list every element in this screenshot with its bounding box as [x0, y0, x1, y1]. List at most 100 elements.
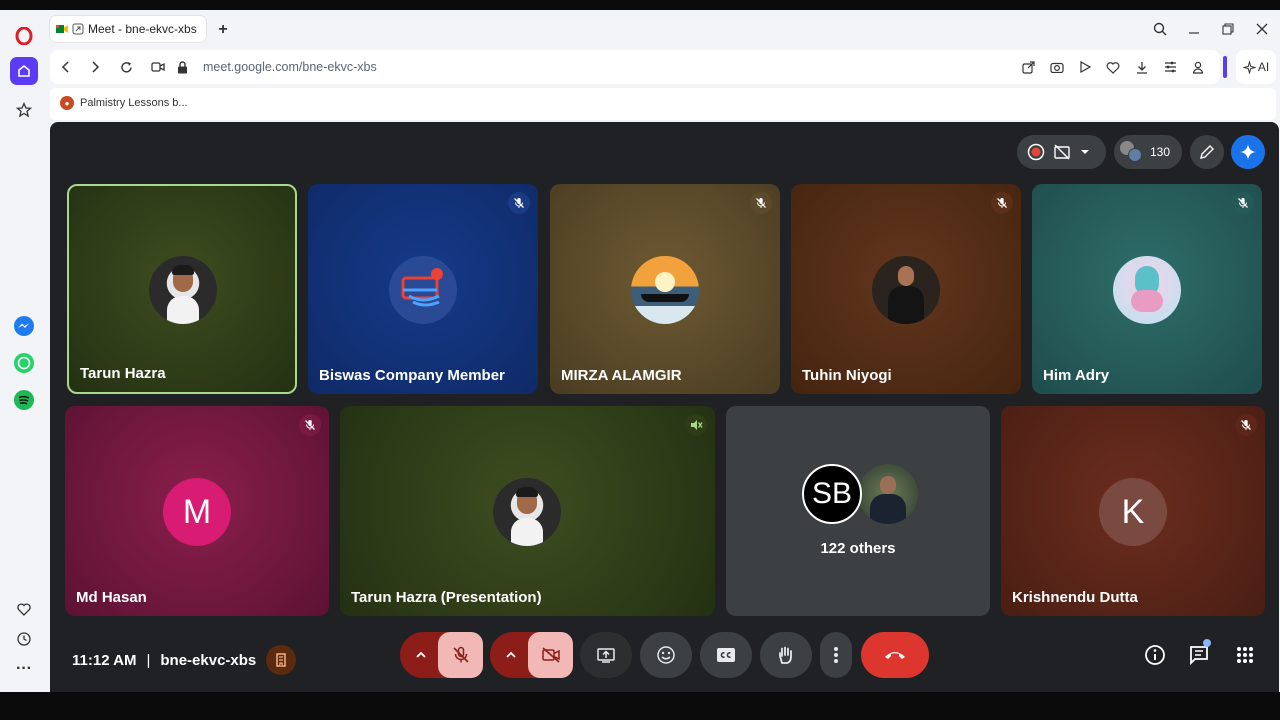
search-tabs-icon[interactable]	[1148, 18, 1172, 40]
avatar	[493, 478, 561, 546]
star-icon[interactable]	[10, 96, 38, 124]
back-icon[interactable]	[58, 59, 74, 75]
clock-time: 11:12 AM	[72, 651, 137, 669]
mic-off-icon	[299, 414, 321, 436]
mic-off-icon	[508, 192, 530, 214]
camera-off-icon	[541, 647, 560, 663]
meet-favicon-icon	[56, 25, 68, 33]
spotify-icon[interactable]	[10, 386, 38, 414]
ai-label: AI	[1257, 60, 1270, 74]
participant-tile[interactable]: M Md Hasan	[65, 406, 329, 616]
leave-call-button[interactable]	[861, 632, 929, 678]
meeting-details-button[interactable]	[1139, 639, 1171, 671]
heart-icon[interactable]	[10, 595, 38, 623]
mic-off-icon	[750, 192, 772, 214]
participant-tile[interactable]: Him Adry	[1032, 184, 1262, 394]
more-icon[interactable]: ···	[10, 655, 38, 683]
avatar	[631, 256, 699, 324]
meet-call-area: 130 Tarun Hazra Biswas Company Member MI…	[50, 122, 1279, 692]
chat-button[interactable]	[1183, 639, 1215, 671]
participant-name: Him Adry	[1043, 367, 1110, 384]
opera-logo-icon[interactable]	[10, 22, 38, 50]
reactions-button[interactable]	[640, 632, 692, 678]
bookmark-item[interactable]: ● Palmistry Lessons b...	[60, 96, 188, 110]
host-tools-button[interactable]	[1190, 135, 1224, 169]
meeting-info: 11:12 AM | bne-ekvc-xbs	[72, 645, 297, 675]
mic-off-icon	[1235, 414, 1257, 436]
favorite-heart-icon[interactable]	[1105, 59, 1121, 75]
snapshot-icon[interactable]	[1049, 59, 1065, 75]
participant-tile[interactable]: MIRZA ALAMGIR	[550, 184, 780, 394]
avatar	[872, 256, 940, 324]
participant-tile[interactable]: K Krishnendu Dutta	[1001, 406, 1265, 616]
url-text[interactable]: meet.google.com/bne-ekvc-xbs	[203, 60, 377, 74]
more-vert-icon	[834, 647, 838, 663]
activities-button[interactable]	[1229, 639, 1261, 671]
address-bar[interactable]: meet.google.com/bne-ekvc-xbs	[50, 50, 1220, 84]
restore-button[interactable]	[1216, 18, 1240, 40]
visual-effects-off-icon[interactable]	[1053, 143, 1071, 161]
presentation-tile[interactable]: Tarun Hazra (Presentation)	[340, 406, 715, 616]
others-tile[interactable]: SB 122 others	[726, 406, 990, 616]
avatar	[389, 256, 457, 324]
more-options-button[interactable]	[820, 632, 852, 678]
active-tab[interactable]: Meet - bne-ekvc-xbs	[50, 16, 206, 42]
url-host: meet.google.com	[203, 60, 299, 74]
mic-toggle-button[interactable]	[438, 632, 483, 678]
participant-tile[interactable]: Biswas Company Member	[308, 184, 538, 394]
raise-hand-button[interactable]	[760, 632, 812, 678]
participant-name: Krishnendu Dutta	[1012, 589, 1138, 606]
messenger-icon[interactable]	[10, 312, 38, 340]
whatsapp-icon[interactable]	[10, 349, 38, 377]
minimize-button[interactable]	[1182, 18, 1206, 40]
captions-button[interactable]	[700, 632, 752, 678]
aria-ai-button[interactable]: AI	[1236, 50, 1276, 84]
new-tab-button[interactable]: +	[214, 21, 232, 39]
camera-access-icon[interactable]	[150, 59, 166, 75]
mic-off-icon	[452, 646, 469, 663]
unread-dot	[1203, 639, 1211, 647]
bookmark-favicon-icon: ●	[60, 96, 74, 110]
download-icon[interactable]	[1134, 59, 1150, 75]
camera-toggle-button[interactable]	[528, 632, 573, 678]
os-top-strip	[0, 0, 1280, 10]
emoji-icon	[657, 646, 675, 664]
participant-tile[interactable]: Tuhin Niyogi	[791, 184, 1021, 394]
history-icon[interactable]	[10, 625, 38, 653]
chevron-down-icon[interactable]	[1079, 146, 1091, 158]
company-building-icon[interactable]	[266, 645, 297, 675]
camera-options-chevron-icon[interactable]	[490, 632, 532, 678]
mic-off-icon	[991, 192, 1013, 214]
hang-up-icon	[885, 652, 905, 659]
easy-setup-icon[interactable]	[1162, 59, 1178, 75]
avatar	[149, 256, 217, 324]
recording-controls[interactable]	[1017, 135, 1106, 169]
sparkle-icon	[1242, 60, 1256, 74]
lock-icon[interactable]	[174, 59, 190, 75]
sidebar-toggle-indicator[interactable]	[1223, 56, 1227, 78]
player-icon[interactable]	[1077, 59, 1093, 75]
gemini-button[interactable]	[1231, 135, 1265, 169]
avatar	[1113, 256, 1181, 324]
close-window-button[interactable]	[1250, 18, 1274, 40]
apps-grid-icon	[1237, 647, 1253, 663]
bookmark-label: Palmistry Lessons b...	[80, 97, 188, 109]
record-icon[interactable]	[1027, 143, 1045, 161]
home-icon[interactable]	[10, 57, 38, 85]
url-path: /bne-ekvc-xbs	[298, 60, 377, 74]
captions-icon	[717, 648, 735, 662]
share-page-icon[interactable]	[1020, 59, 1036, 75]
participants-button[interactable]: 130	[1114, 135, 1182, 169]
mic-options-chevron-icon[interactable]	[400, 632, 442, 678]
os-bottom-strip	[0, 692, 1280, 720]
profile-icon[interactable]	[1190, 59, 1206, 75]
mic-control-group	[400, 632, 483, 678]
forward-icon[interactable]	[87, 59, 103, 75]
camera-control-group	[490, 632, 573, 678]
avatar-initial: M	[163, 478, 231, 546]
reload-icon[interactable]	[118, 59, 134, 75]
participant-name: Biswas Company Member	[319, 367, 505, 384]
participant-tile[interactable]: Tarun Hazra	[67, 184, 297, 394]
present-screen-button[interactable]	[580, 632, 632, 678]
chat-icon	[1190, 646, 1208, 666]
